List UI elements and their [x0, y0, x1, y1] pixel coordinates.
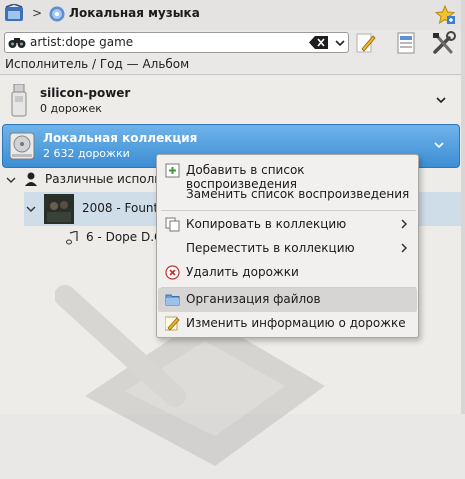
menu-copy-to-collection[interactable]: Копировать в коллекцию	[158, 213, 417, 237]
menu-item-label: Переместить в коллекцию	[186, 241, 355, 255]
menu-edit-track-info[interactable]: Изменить информацию о дорожке	[158, 312, 417, 336]
disc-icon	[49, 6, 65, 22]
chevron-down-icon[interactable]	[334, 37, 346, 49]
hard-disk-icon	[8, 131, 36, 161]
folder-icon	[165, 292, 180, 307]
collection-subtitle: 0 дорожек	[40, 102, 102, 115]
view-icon[interactable]	[394, 32, 418, 54]
breadcrumb-bar: > Локальная музыка	[0, 0, 465, 30]
group-by-bar[interactable]: Исполнитель / Год — Альбом	[0, 55, 465, 75]
breadcrumb-separator: >	[32, 6, 43, 20]
chevron-down-icon[interactable]	[6, 174, 16, 184]
menu-item-label: Заменить список воспроизведения	[186, 187, 410, 201]
tools-icon[interactable]	[429, 30, 459, 58]
group-by-label[interactable]: Исполнитель / Год — Альбом	[5, 57, 189, 71]
search-box[interactable]: artist:dope game	[4, 32, 349, 53]
menu-separator	[161, 210, 416, 211]
context-menu: Добавить в список воспроизведения Замени…	[156, 154, 419, 338]
add-playlist-icon	[165, 163, 180, 178]
home-icon[interactable]	[3, 3, 25, 24]
chevron-down-icon[interactable]	[26, 203, 36, 213]
chevron-right-icon	[399, 217, 409, 231]
binoculars-icon	[8, 36, 26, 49]
menu-add-to-playlist[interactable]: Добавить в список воспроизведения	[158, 159, 417, 191]
album-title: 2008 - Founta	[82, 201, 166, 215]
copy-icon	[165, 217, 180, 232]
delete-icon	[165, 265, 180, 280]
collection-title: silicon-power	[40, 86, 131, 100]
menu-item-label: Организация файлов	[186, 292, 321, 306]
search-input[interactable]: artist:dope game	[30, 35, 133, 49]
chevron-right-icon	[399, 241, 409, 255]
menu-delete-tracks[interactable]: Удалить дорожки	[158, 261, 417, 285]
breadcrumb-title[interactable]: Локальная музыка	[69, 6, 200, 20]
menu-replace-playlist[interactable]: Заменить список воспроизведения	[158, 183, 417, 207]
collection-silicon-power[interactable]: silicon-power 0 дорожек	[0, 80, 461, 124]
artist-icon	[24, 172, 38, 186]
artist-name: Различные исполни	[45, 172, 170, 186]
menu-organize-files[interactable]: Организация файлов	[158, 288, 417, 312]
clear-icon[interactable]	[309, 36, 329, 49]
collection-subtitle: 2 632 дорожки	[43, 147, 130, 160]
collection-title: Локальная коллекция	[43, 131, 198, 145]
chevron-down-icon[interactable]	[433, 139, 445, 151]
chevron-down-icon[interactable]	[435, 94, 447, 106]
menu-item-label: Удалить дорожки	[186, 265, 299, 279]
track-title: 6 - Dope D.C	[86, 230, 163, 244]
music-note-icon	[66, 230, 78, 245]
star-icon[interactable]	[434, 4, 456, 26]
scrollbar-strip[interactable]	[461, 0, 465, 414]
menu-item-label: Копировать в коллекцию	[186, 217, 347, 231]
menu-move-to-collection[interactable]: Переместить в коллекцию	[158, 237, 417, 261]
album-cover-icon	[44, 194, 74, 224]
menu-item-label: Изменить информацию о дорожке	[186, 316, 406, 330]
edit-filter-button[interactable]	[354, 32, 378, 54]
usb-drive-icon	[10, 83, 28, 118]
pencil-icon	[164, 316, 180, 331]
